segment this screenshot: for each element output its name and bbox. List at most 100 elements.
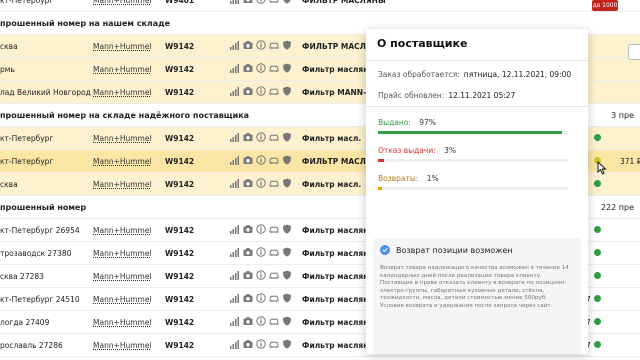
shield-icon[interactable]: [282, 40, 292, 52]
row-icons: [230, 293, 292, 305]
shield-icon[interactable]: [282, 0, 292, 6]
signal-icon[interactable]: [230, 132, 240, 144]
camera-icon[interactable]: [243, 132, 253, 144]
car-icon[interactable]: [269, 339, 279, 351]
camera-icon[interactable]: [243, 224, 253, 236]
signal-icon[interactable]: [230, 316, 240, 328]
signal-icon[interactable]: [230, 155, 240, 167]
signal-icon[interactable]: [230, 270, 240, 282]
signal-icon[interactable]: [230, 247, 240, 259]
issued-value: 97%: [419, 118, 436, 127]
issued-bar: [378, 131, 568, 134]
camera-icon[interactable]: [243, 339, 253, 351]
brand-link[interactable]: Mann+Hummel: [93, 180, 152, 189]
brand-link[interactable]: Mann+Hummel: [93, 318, 152, 327]
info-icon[interactable]: [256, 224, 266, 236]
camera-icon[interactable]: [243, 293, 253, 305]
returns-value: 1%: [426, 174, 439, 183]
signal-icon[interactable]: [230, 0, 240, 6]
shield-icon[interactable]: [282, 339, 292, 351]
camera-icon[interactable]: [243, 0, 253, 6]
row-icons: [230, 178, 292, 190]
signal-icon[interactable]: [230, 339, 240, 351]
camera-icon[interactable]: [243, 40, 253, 52]
car-icon[interactable]: [269, 178, 279, 190]
info-icon[interactable]: [256, 339, 266, 351]
signal-icon[interactable]: [230, 293, 240, 305]
brand-link[interactable]: Mann+Hummel: [93, 134, 152, 143]
shield-icon[interactable]: [282, 270, 292, 282]
supplier-rating-dot[interactable]: [594, 249, 601, 256]
camera-icon[interactable]: [243, 178, 253, 190]
brand-link[interactable]: Mann+Hummel: [93, 249, 152, 258]
info-icon[interactable]: [256, 40, 266, 52]
camera-icon[interactable]: [243, 270, 253, 282]
brand-link[interactable]: Mann+Hummel: [93, 341, 152, 350]
warehouse-cell: сква: [0, 180, 18, 189]
supplier-rating-dot[interactable]: [594, 134, 601, 141]
car-icon[interactable]: [269, 293, 279, 305]
shield-icon[interactable]: [282, 178, 292, 190]
brand-link[interactable]: Mann+Hummel: [93, 65, 152, 74]
car-icon[interactable]: [269, 316, 279, 328]
camera-icon[interactable]: [243, 316, 253, 328]
shield-icon[interactable]: [282, 316, 292, 328]
car-icon[interactable]: [269, 224, 279, 236]
brand-link[interactable]: Mann+Hummel: [93, 88, 152, 97]
scroll-control[interactable]: [628, 44, 640, 60]
supplier-rating-dot[interactable]: [594, 295, 601, 302]
brand-link[interactable]: Mann+Hummel: [93, 272, 152, 281]
order-value: пятница, 12.11.2021, 09:00: [463, 70, 572, 79]
brand-link[interactable]: Mann+Hummel: [93, 157, 152, 166]
price-badge[interactable]: дв 1000: [592, 0, 618, 11]
car-icon[interactable]: [269, 247, 279, 259]
signal-icon[interactable]: [230, 178, 240, 190]
car-icon[interactable]: [269, 63, 279, 75]
return-notice: Возврат позиции возможен Возврат товара …: [373, 238, 581, 354]
supplier-rating-dot[interactable]: [594, 272, 601, 279]
table-row[interactable]: кт-Петербург Mann+Hummel W9401 ФИЛЬТР МАСЛЯ…: [0, 0, 640, 12]
supplier-rating-dot[interactable]: [594, 226, 601, 233]
car-icon[interactable]: [269, 86, 279, 98]
supplier-rating-dot[interactable]: [594, 318, 601, 325]
signal-icon[interactable]: [230, 86, 240, 98]
camera-icon[interactable]: [243, 155, 253, 167]
article-cell: W9142: [165, 272, 195, 281]
info-icon[interactable]: [256, 270, 266, 282]
shield-icon[interactable]: [282, 247, 292, 259]
brand-link[interactable]: Mann+Hummel: [93, 295, 152, 304]
brand-link[interactable]: Mann+Hummel: [93, 42, 152, 51]
signal-icon[interactable]: [230, 63, 240, 75]
shield-icon[interactable]: [282, 86, 292, 98]
camera-icon[interactable]: [243, 63, 253, 75]
brand-link[interactable]: Mann+Hummel: [93, 226, 152, 235]
car-icon[interactable]: [269, 270, 279, 282]
car-icon[interactable]: [269, 132, 279, 144]
shield-icon[interactable]: [282, 224, 292, 236]
brand-link[interactable]: Mann+Hummel: [93, 0, 152, 5]
signal-icon[interactable]: [230, 224, 240, 236]
info-icon[interactable]: [256, 0, 266, 6]
shield-icon[interactable]: [282, 293, 292, 305]
car-icon[interactable]: [269, 155, 279, 167]
camera-icon[interactable]: [243, 86, 253, 98]
info-icon[interactable]: [256, 178, 266, 190]
article-cell: W9142: [165, 341, 195, 350]
info-icon[interactable]: [256, 155, 266, 167]
shield-icon[interactable]: [282, 155, 292, 167]
camera-icon[interactable]: [243, 247, 253, 259]
info-icon[interactable]: [256, 63, 266, 75]
info-icon[interactable]: [256, 132, 266, 144]
info-icon[interactable]: [256, 86, 266, 98]
supplier-rating-dot[interactable]: [594, 180, 601, 187]
info-icon[interactable]: [256, 316, 266, 328]
supplier-rating-dot[interactable]: [594, 341, 601, 348]
signal-icon[interactable]: [230, 40, 240, 52]
info-icon[interactable]: [256, 247, 266, 259]
car-icon[interactable]: [269, 0, 279, 6]
car-icon[interactable]: [269, 40, 279, 52]
shield-icon[interactable]: [282, 63, 292, 75]
shield-icon[interactable]: [282, 132, 292, 144]
price-value: 12.11.2021 05:27: [448, 91, 516, 100]
info-icon[interactable]: [256, 293, 266, 305]
